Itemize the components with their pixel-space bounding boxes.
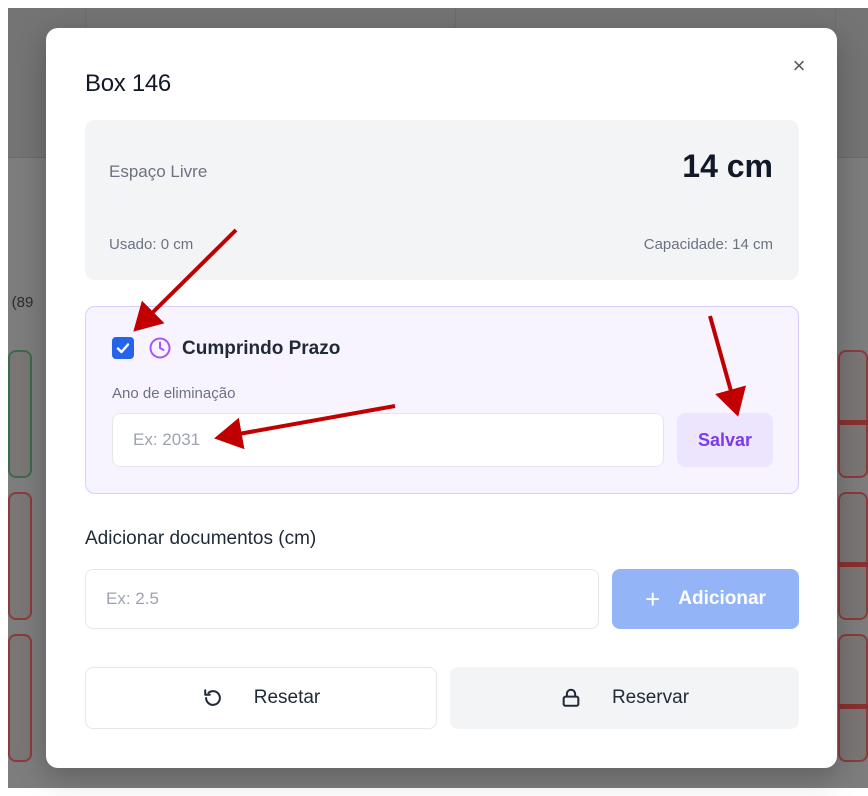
deadline-section: Cumprindo Prazo Ano de eliminação Salvar bbox=[85, 306, 799, 494]
free-space-value: 14 cm bbox=[682, 148, 773, 184]
background-card bbox=[8, 492, 32, 620]
reset-button-label: Resetar bbox=[253, 687, 321, 708]
add-button-label: Adicionar bbox=[678, 588, 766, 609]
deadline-title: Cumprindo Prazo bbox=[182, 338, 341, 359]
clock-icon bbox=[149, 337, 171, 359]
plus-icon: + bbox=[645, 584, 661, 614]
background-bar bbox=[838, 562, 868, 567]
page-edge bbox=[0, 788, 868, 796]
deadline-checkbox[interactable] bbox=[112, 337, 134, 359]
background-card bbox=[838, 350, 868, 478]
background-bar bbox=[838, 704, 868, 709]
page-edge bbox=[0, 0, 8, 796]
elimination-year-input[interactable] bbox=[112, 413, 664, 467]
capacity-text: Capacidade: 14 cm bbox=[643, 236, 773, 253]
background-card bbox=[8, 350, 32, 478]
background-card bbox=[8, 634, 32, 762]
checkmark-icon bbox=[116, 343, 130, 354]
close-icon[interactable]: × bbox=[787, 54, 811, 78]
reset-button[interactable]: Resetar bbox=[85, 667, 437, 729]
add-documents-label: Adicionar documentos (cm) bbox=[85, 528, 317, 549]
used-space-text: Usado: 0 cm bbox=[109, 236, 194, 253]
lock-icon bbox=[560, 687, 582, 709]
reserve-button-label: Reservar bbox=[611, 687, 690, 708]
free-space-label: Espaço Livre bbox=[109, 162, 208, 181]
background-card bbox=[838, 634, 868, 762]
reserve-button[interactable]: Reservar bbox=[450, 667, 799, 729]
box-modal: × Box 146 Espaço Livre 14 cm Usado: 0 cm… bbox=[46, 28, 837, 768]
background-card bbox=[838, 492, 868, 620]
space-summary-card: Espaço Livre 14 cm Usado: 0 cm Capacidad… bbox=[85, 120, 799, 280]
reset-icon bbox=[202, 687, 224, 709]
save-button[interactable]: Salvar bbox=[677, 413, 773, 467]
modal-title: Box 146 bbox=[85, 70, 171, 97]
page-edge bbox=[0, 0, 868, 8]
add-button[interactable]: + Adicionar bbox=[612, 569, 799, 629]
elimination-year-label: Ano de eliminação bbox=[112, 385, 236, 402]
documents-cm-input[interactable] bbox=[85, 569, 599, 629]
background-bar bbox=[838, 420, 868, 425]
